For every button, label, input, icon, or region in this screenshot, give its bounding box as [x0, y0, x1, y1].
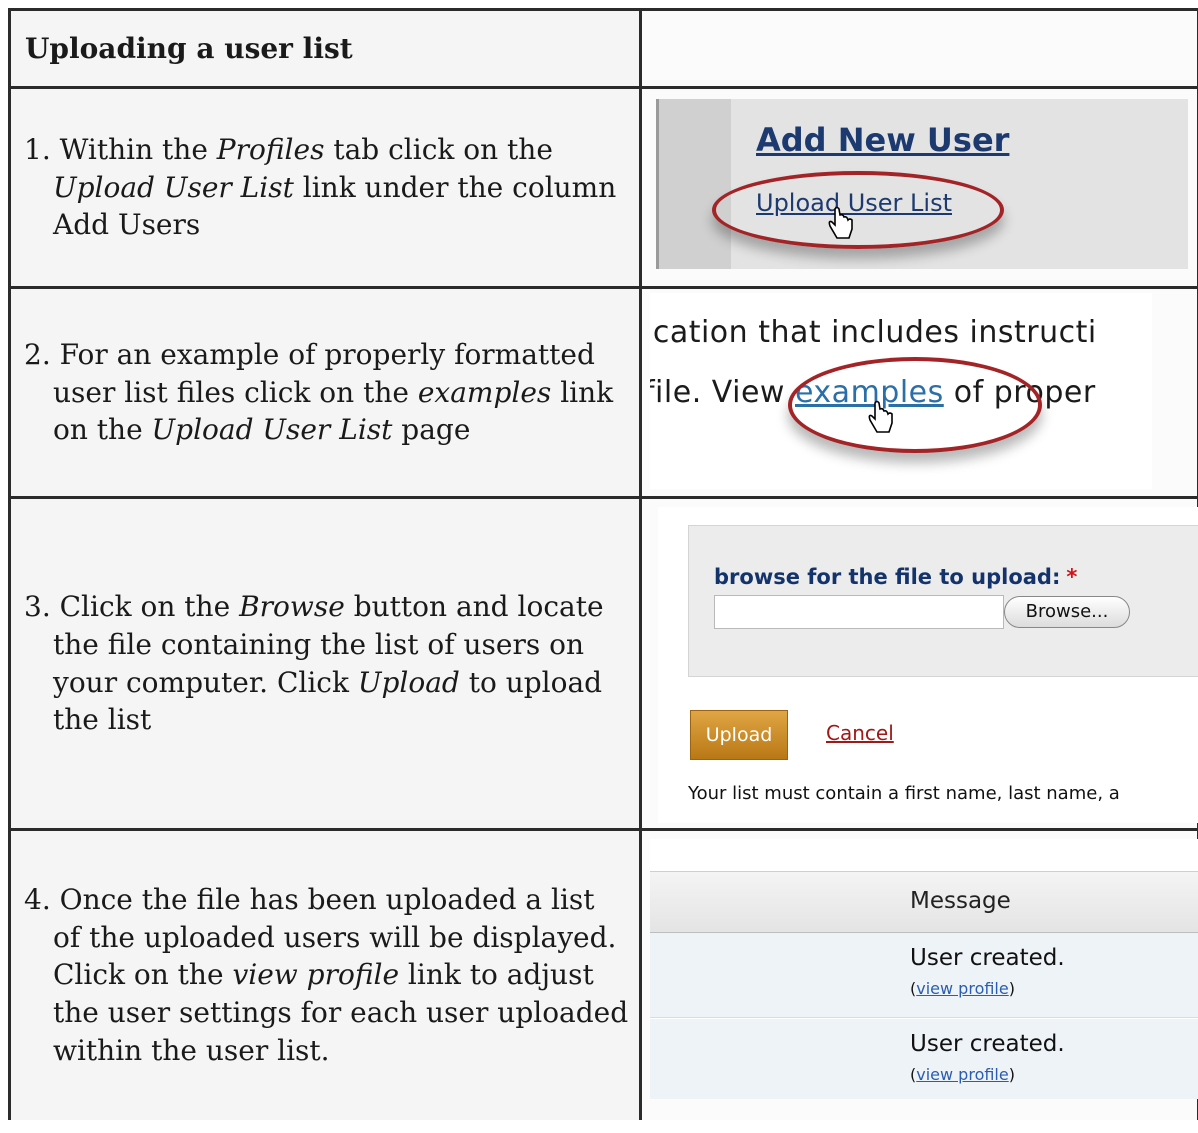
step-row-2: 2. For an example of properly formatted …	[8, 286, 1198, 499]
browse-button[interactable]: Browse...	[1004, 596, 1130, 628]
step-image-cell-3: browse for the file to upload: * Browse..…	[639, 496, 1198, 831]
examples-screenshot: ication that includes instructi file. Vi…	[650, 293, 1152, 489]
step-3-text: 3. Click on the Browse button and locate…	[24, 589, 604, 737]
upload-form-screenshot: browse for the file to upload: * Browse..…	[658, 507, 1198, 823]
cancel-link[interactable]: Cancel	[826, 721, 894, 745]
step-image-cell-2: ication that includes instructi file. Vi…	[639, 286, 1198, 499]
step-text-cell-4: 4. Once the file has been uploaded a lis…	[8, 828, 642, 1120]
status-message: User created.	[910, 1031, 1065, 1057]
message-column-header: Message	[650, 871, 1198, 933]
title-row: Uploading a user list	[8, 8, 1198, 89]
step-4-text: 4. Once the file has been uploaded a lis…	[24, 882, 629, 1067]
view-profile-link[interactable]: view profile	[916, 979, 1008, 998]
add-user-screenshot: Add New User Upload User List	[656, 99, 1188, 269]
step-row-1: 1. Within the Profiles tab click on the …	[8, 86, 1198, 289]
upload-button[interactable]: Upload	[690, 710, 788, 760]
step-text-cell-2: 2. For an example of properly formatted …	[8, 286, 642, 499]
highlight-ellipse	[712, 171, 1004, 249]
highlight-ellipse	[788, 357, 1042, 453]
step-2-text: 2. For an example of properly formatted …	[24, 337, 614, 447]
step-image-cell-4: Message User created. (view profile) Use…	[639, 828, 1198, 1120]
step-row-4: 4. Once the file has been uploaded a lis…	[8, 828, 1198, 1120]
add-new-user-heading[interactable]: Add New User	[756, 121, 1009, 159]
view-profile-line: (view profile)	[910, 1065, 1015, 1084]
file-path-input[interactable]	[714, 595, 1004, 629]
title-empty-cell	[639, 8, 1198, 89]
instructions-text-line: ication that includes instructi	[650, 315, 1097, 350]
step-image-cell-1: Add New User Upload User List	[639, 86, 1198, 289]
view-profile-link[interactable]: view profile	[916, 1065, 1008, 1084]
list-requirements-note: Your list must contain a first name, las…	[688, 783, 1120, 804]
sidebar-strip	[656, 99, 731, 269]
instruction-table: Uploading a user list 1. Within the Prof…	[8, 8, 1198, 1120]
table-row: User created. (view profile)	[650, 933, 1198, 1018]
table-row: User created. (view profile)	[650, 1019, 1198, 1099]
results-screenshot: Message User created. (view profile) Use…	[650, 839, 1198, 1099]
view-profile-line: (view profile)	[910, 979, 1015, 998]
status-message: User created.	[910, 945, 1065, 971]
file-label: browse for the file to upload: *	[714, 565, 1078, 589]
step-row-3: 3. Click on the Browse button and locate…	[8, 496, 1198, 831]
step-1-text: 1. Within the Profiles tab click on the …	[24, 132, 617, 242]
hand-cursor-icon	[868, 400, 893, 433]
section-title: Uploading a user list	[25, 31, 353, 65]
step-text-cell-3: 3. Click on the Browse button and locate…	[8, 496, 642, 831]
step-text-cell-1: 1. Within the Profiles tab click on the …	[8, 86, 642, 289]
required-marker: *	[1066, 565, 1078, 589]
title-cell: Uploading a user list	[8, 8, 642, 89]
hand-cursor-icon	[828, 206, 853, 239]
